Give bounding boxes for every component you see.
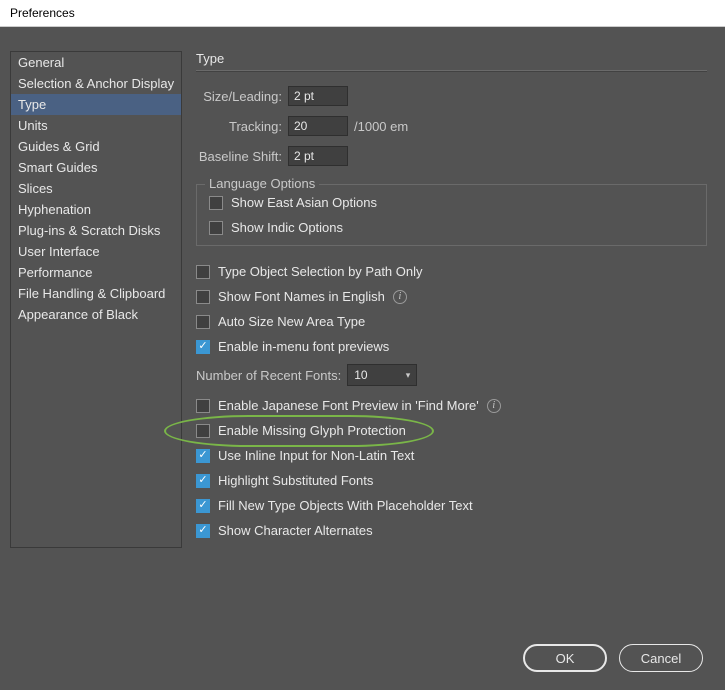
size-leading-label: Size/Leading: [196,89,288,104]
info-icon[interactable]: i [393,290,407,304]
char-alternates-checkbox[interactable] [196,524,210,538]
language-options-legend: Language Options [205,176,319,191]
panel-title: Type [196,51,707,66]
glyph-protection-checkbox[interactable] [196,424,210,438]
cancel-button[interactable]: Cancel [619,644,703,672]
baseline-label: Baseline Shift: [196,149,288,164]
indic-label[interactable]: Show Indic Options [231,220,343,235]
language-options-group: Language Options Show East Asian Options… [196,184,707,246]
jp-preview-label[interactable]: Enable Japanese Font Preview in 'Find Mo… [218,398,479,413]
path-only-checkbox[interactable] [196,265,210,279]
recent-fonts-dropdown[interactable]: 10 ▾ [347,364,417,386]
char-alternates-label[interactable]: Show Character Alternates [218,523,373,538]
sidebar-item-appearance-of-black[interactable]: Appearance of Black [11,304,181,325]
baseline-input[interactable] [288,146,348,166]
indic-checkbox[interactable] [209,221,223,235]
type-panel: Type Size/Leading: Tracking: /1000 em Ba… [196,51,715,548]
in-menu-preview-checkbox[interactable] [196,340,210,354]
sidebar-item-slices[interactable]: Slices [11,178,181,199]
sidebar-item-general[interactable]: General [11,52,181,73]
east-asian-checkbox[interactable] [209,196,223,210]
sidebar-item-guides-grid[interactable]: Guides & Grid [11,136,181,157]
in-menu-preview-label[interactable]: Enable in-menu font previews [218,339,389,354]
sidebar-item-hyphenation[interactable]: Hyphenation [11,199,181,220]
divider [196,70,707,72]
sidebar-item-performance[interactable]: Performance [11,262,181,283]
sidebar-item-units[interactable]: Units [11,115,181,136]
jp-preview-checkbox[interactable] [196,399,210,413]
tracking-label: Tracking: [196,119,288,134]
inline-input-checkbox[interactable] [196,449,210,463]
highlight-sub-checkbox[interactable] [196,474,210,488]
ok-button[interactable]: OK [523,644,607,672]
sidebar-item-plug-ins-scratch-disks[interactable]: Plug-ins & Scratch Disks [11,220,181,241]
auto-size-checkbox[interactable] [196,315,210,329]
sidebar-item-type[interactable]: Type [11,94,181,115]
placeholder-label[interactable]: Fill New Type Objects With Placeholder T… [218,498,473,513]
window-title: Preferences [10,6,75,20]
english-names-checkbox[interactable] [196,290,210,304]
sidebar-item-smart-guides[interactable]: Smart Guides [11,157,181,178]
highlight-sub-label[interactable]: Highlight Substituted Fonts [218,473,373,488]
size-leading-input[interactable] [288,86,348,106]
english-names-label[interactable]: Show Font Names in English [218,289,385,304]
sidebar-item-file-handling-clipboard[interactable]: File Handling & Clipboard [11,283,181,304]
path-only-label[interactable]: Type Object Selection by Path Only [218,264,423,279]
chevron-down-icon: ▾ [406,370,411,381]
sidebar-item-user-interface[interactable]: User Interface [11,241,181,262]
tracking-input[interactable] [288,116,348,136]
sidebar-item-selection-anchor-display[interactable]: Selection & Anchor Display [11,73,181,94]
preferences-dialog: GeneralSelection & Anchor DisplayTypeUni… [0,27,725,690]
category-sidebar: GeneralSelection & Anchor DisplayTypeUni… [10,51,182,548]
glyph-protection-label[interactable]: Enable Missing Glyph Protection [218,423,406,438]
recent-fonts-label: Number of Recent Fonts: [196,368,341,383]
auto-size-label[interactable]: Auto Size New Area Type [218,314,365,329]
tracking-unit: /1000 em [354,119,408,134]
inline-input-label[interactable]: Use Inline Input for Non-Latin Text [218,448,414,463]
recent-fonts-value: 10 [354,368,367,382]
east-asian-label[interactable]: Show East Asian Options [231,195,377,210]
info-icon[interactable]: i [487,399,501,413]
placeholder-checkbox[interactable] [196,499,210,513]
window-titlebar: Preferences [0,0,725,27]
